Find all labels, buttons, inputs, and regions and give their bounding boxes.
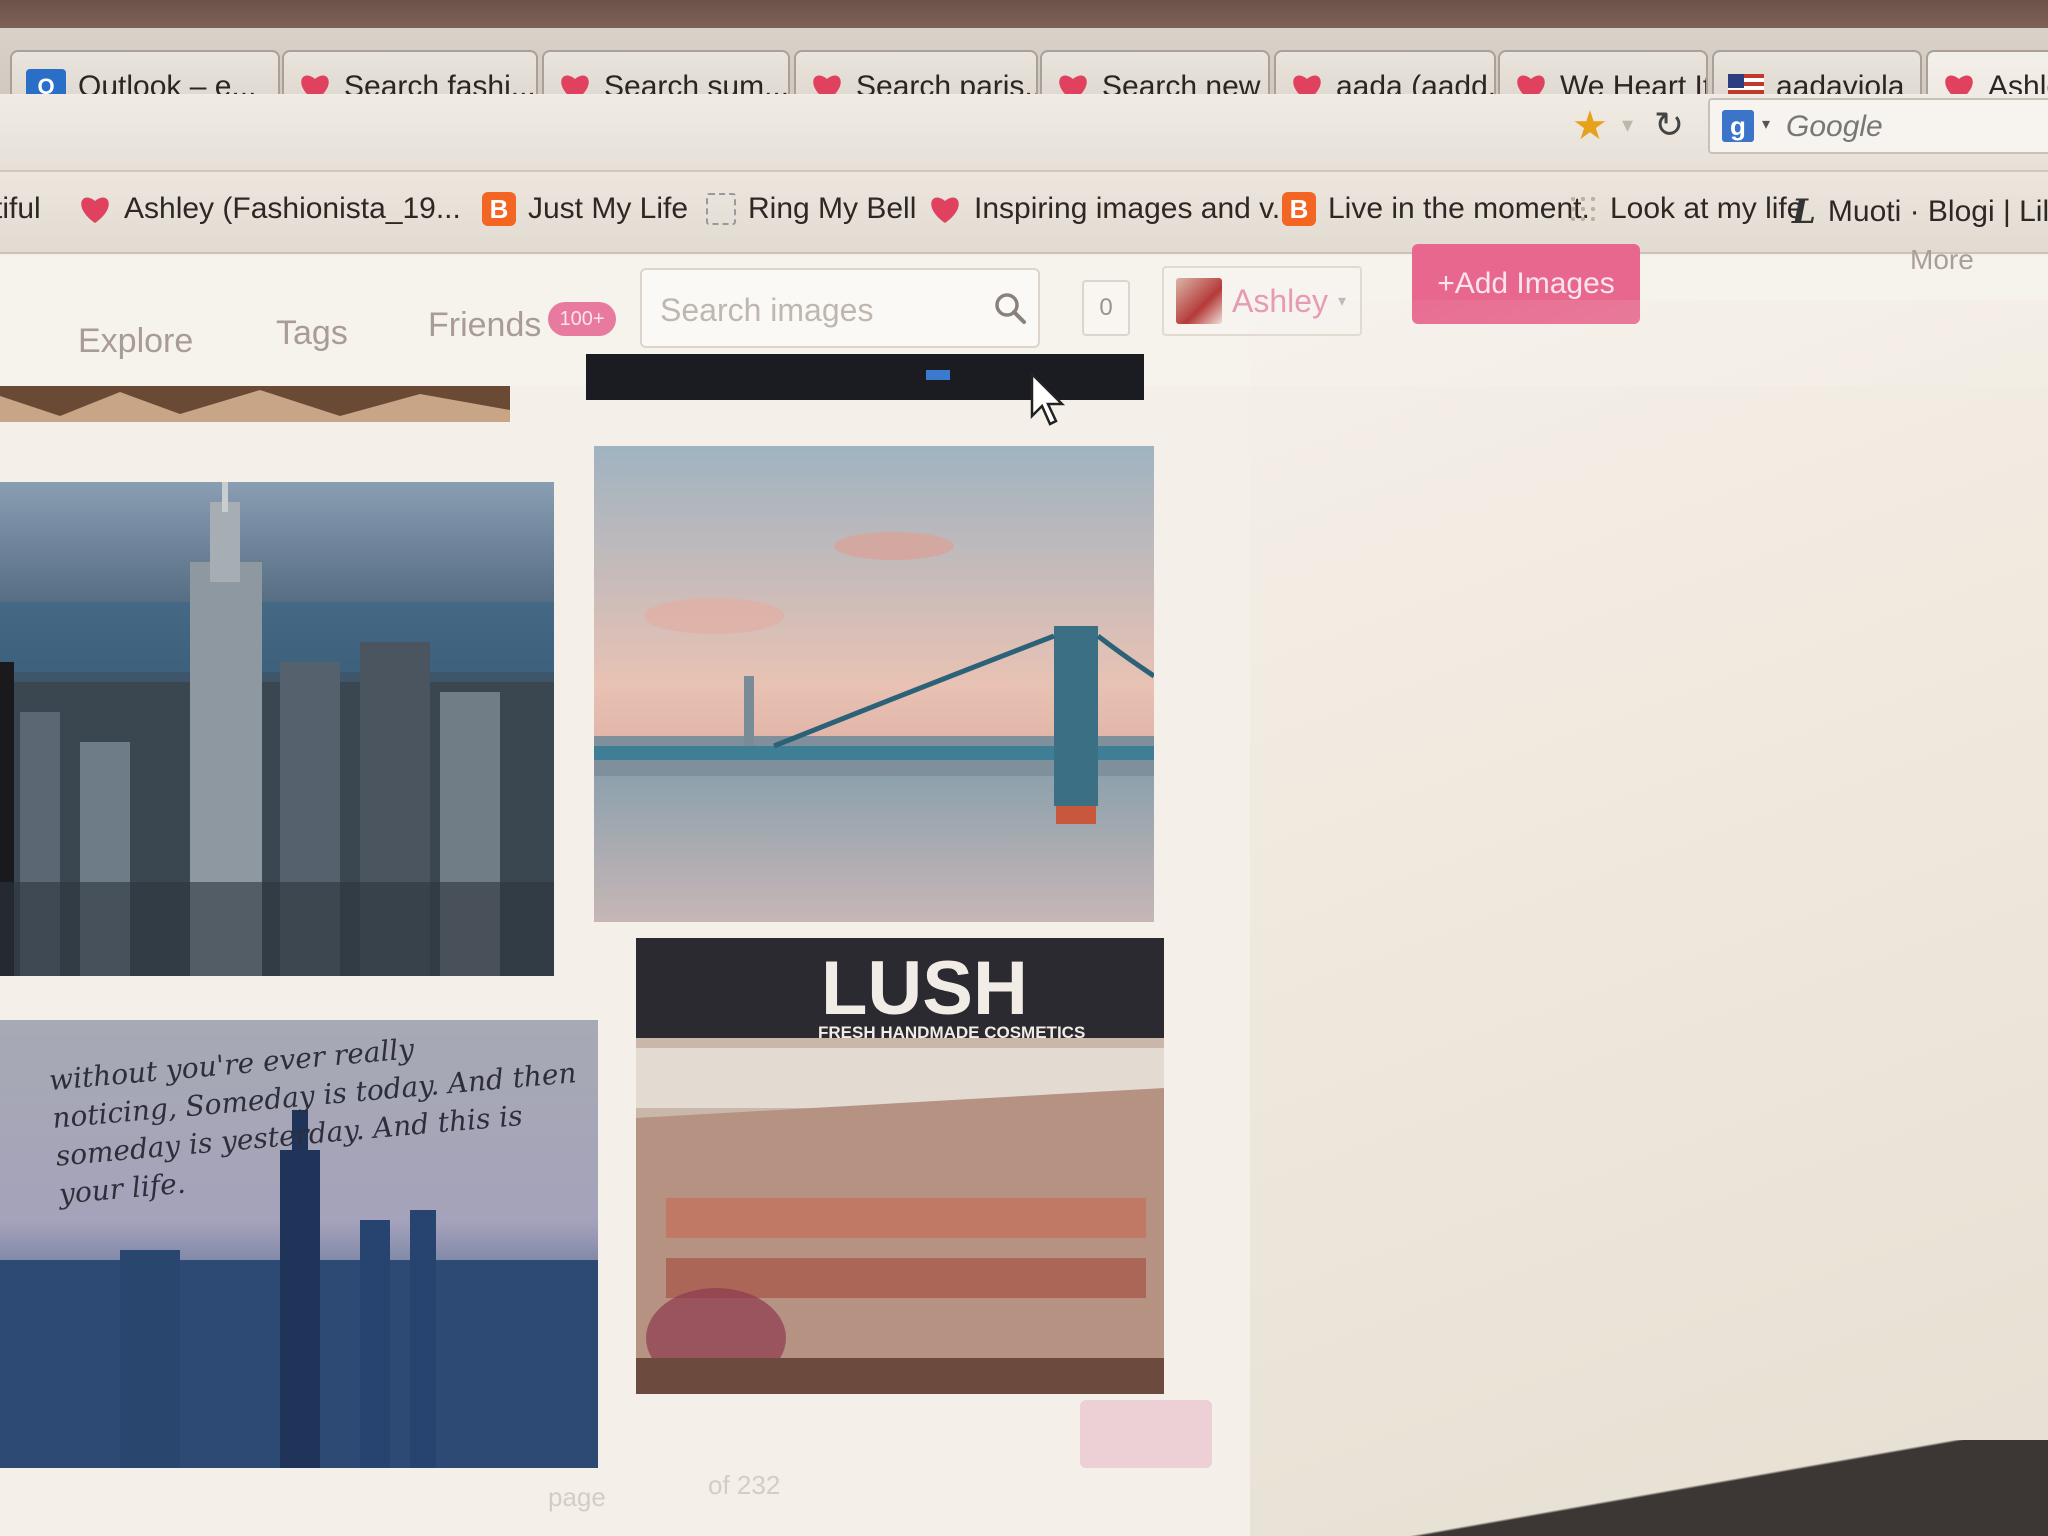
search-input[interactable] [660,290,980,330]
bookmark-item[interactable]: L Muoti · Blogi | Lily [1792,192,2048,232]
image-card-quote-skyline[interactable]: without you're ever reallynoticing, Some… [0,1020,598,1468]
bookmark-label: Live in the moment. [1328,192,1590,225]
add-images-button[interactable]: +Add Images [1412,244,1640,324]
nav-friends[interactable]: Friends [428,306,541,345]
heart-icon [78,194,112,224]
lush-subtitle-text: FRESH HANDMADE COSMETICS [818,1023,1085,1042]
bookmarks-bar: tiful Ashley (Fashionista_19... B Just M… [0,172,2048,254]
bell-icon [706,193,736,225]
pagination-total: of 232 [708,1470,781,1500]
bookmark-label: Just My Life [528,192,689,225]
image-card-lush-store[interactable]: LUSH FRESH HANDMADE COSMETICS [636,938,1164,1394]
mouse-cursor-icon [1030,372,1066,426]
more-menu[interactable]: More [1910,244,1974,276]
bookmark-label: Ring My Bell [748,192,917,225]
avatar [1176,278,1222,324]
bookmark-item[interactable]: B Live in the moment. [1282,192,1590,226]
friends-count-badge: 100+ [548,302,616,336]
blogger-icon: B [1282,192,1316,226]
bookmark-item[interactable]: tiful [0,192,41,226]
bookmark-label: Ashley (Fashionista_19... [124,192,461,225]
screen: O Outlook – e... Search fashi... Search … [0,0,2048,1536]
image-thumbnail: LUSH FRESH HANDMADE COSMETICS [636,938,1164,1394]
nav-explore[interactable]: Explore [78,322,193,361]
blogger-icon: B [482,192,516,226]
l-icon: L [1792,192,1816,232]
bookmark-label: Muoti · Blogi | Lily [1827,195,2048,228]
pagination-page-label: page [548,1482,606,1512]
search-icon[interactable] [992,290,1028,326]
load-more-button[interactable] [1080,1400,1212,1468]
user-name: Ashley [1232,282,1329,319]
bookmark-item[interactable]: Inspiring images and v... [928,192,1297,226]
search-box [640,268,1040,348]
image-card-empire-state[interactable] [0,482,554,976]
bookmark-label: tiful [0,192,41,225]
navigation-bar: ★ ▾ ↻ g ▾ Google [0,94,2048,172]
search-engine-box[interactable]: g ▾ Google [1708,98,2048,154]
chevron-down-icon[interactable]: ▾ [1622,112,1633,138]
notification-count[interactable]: 0 [1082,280,1130,336]
heart-icon [928,194,962,224]
bookmark-item[interactable]: B Just My Life [482,192,688,226]
nav-tags[interactable]: Tags [276,314,348,353]
bookmark-item[interactable]: Ring My Bell [706,192,916,226]
google-icon[interactable]: g [1722,110,1754,142]
chevron-down-icon: ▾ [1338,293,1347,310]
image-thumbnail [0,386,510,422]
image-thumbnail [594,446,1154,922]
image-card-partial[interactable] [0,386,510,422]
screen-glare [1250,300,2048,1536]
taskbar-edge [1400,1440,2048,1536]
bookmark-label: Inspiring images and v... [974,192,1297,225]
chevron-down-icon[interactable]: ▾ [1762,114,1770,134]
image-card-manhattan-bridge[interactable] [594,446,1154,922]
image-thumbnail [0,482,554,976]
lush-logo-text: LUSH [821,946,1028,1031]
bookmark-item[interactable]: Ashley (Fashionista_19... [78,192,461,226]
bookmark-item[interactable]: Look at my life [1568,192,1803,226]
bookmark-star-icon[interactable]: ★ [1572,106,1612,146]
user-menu[interactable]: Ashley ▾ [1162,266,1362,336]
image-thumbnail: without you're ever reallynoticing, Some… [0,1020,598,1468]
grid-icon [1568,194,1598,224]
bookmark-label: Look at my life [1610,192,1804,225]
reload-icon[interactable]: ↻ [1654,104,1684,146]
search-engine-input[interactable]: Google [1786,110,1883,144]
